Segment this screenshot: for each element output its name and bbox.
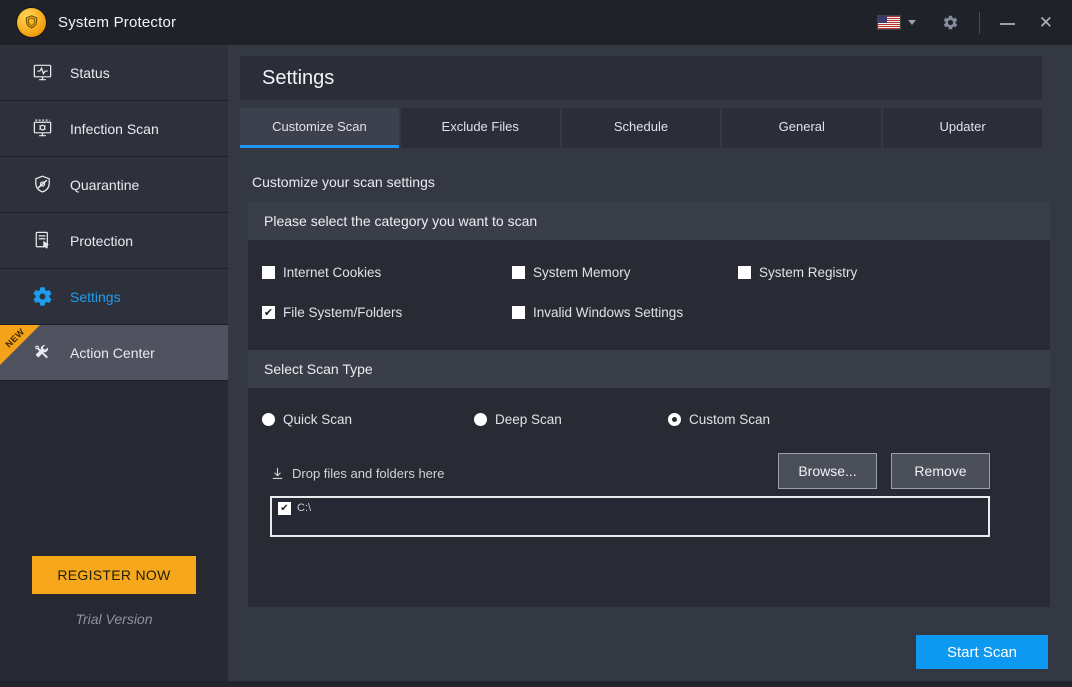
sidebar-item-quarantine[interactable]: Quarantine <box>0 157 228 213</box>
custom-scan-controls: Drop files and folders here Browse... Re… <box>270 453 990 489</box>
radio-label: Quick Scan <box>283 412 352 427</box>
document-cursor-icon <box>30 229 54 252</box>
window-bottom-edge <box>0 681 1072 687</box>
trial-version-label: Trial Version <box>0 611 228 627</box>
tools-icon <box>30 341 54 364</box>
sidebar-item-infection-scan[interactable]: Infection Scan <box>0 101 228 157</box>
checkbox-box <box>512 266 525 279</box>
minimize-button[interactable] <box>1000 16 1015 30</box>
checkbox-label: Invalid Windows Settings <box>533 305 683 320</box>
checkbox-box <box>738 266 751 279</box>
gear-icon <box>942 14 959 31</box>
sidebar-item-label: Protection <box>70 233 133 249</box>
scan-paths-listbox[interactable]: C:\ <box>270 496 990 537</box>
page-header: Settings <box>240 56 1042 100</box>
us-flag-icon <box>878 16 900 29</box>
tab-exclude-files[interactable]: Exclude Files <box>401 108 560 148</box>
tab-customize-scan[interactable]: Customize Scan <box>240 108 399 148</box>
footer: Start Scan <box>916 635 1048 669</box>
start-scan-button[interactable]: Start Scan <box>916 635 1048 669</box>
language-selector[interactable] <box>878 16 916 29</box>
scan-settings-subtitle: Customize your scan settings <box>252 174 1072 190</box>
shield-bug-icon <box>30 173 54 196</box>
sidebar-item-label: Action Center <box>70 345 155 361</box>
titlebar-settings-button[interactable] <box>942 14 959 31</box>
sidebar-item-status[interactable]: Status <box>0 45 228 101</box>
path-buttons: Browse... Remove <box>778 453 990 489</box>
checkbox-box <box>262 306 275 319</box>
sidebar-item-settings[interactable]: Settings <box>0 269 228 325</box>
app-logo-icon <box>17 8 46 37</box>
sidebar-item-label: Infection Scan <box>70 121 159 137</box>
checkbox-system-registry[interactable]: System Registry <box>738 265 1036 280</box>
tab-schedule[interactable]: Schedule <box>562 108 721 148</box>
gear-icon <box>30 285 54 308</box>
app-window: System Protector ✕ <box>0 0 1072 687</box>
radio-circle <box>474 413 487 426</box>
checkbox-invalid-windows-settings[interactable]: Invalid Windows Settings <box>512 305 738 320</box>
settings-tabs: Customize Scan Exclude Files Schedule Ge… <box>240 108 1042 148</box>
register-now-button[interactable]: REGISTER NOW <box>32 556 196 594</box>
monitor-bug-icon <box>30 117 54 140</box>
checkbox-box <box>262 266 275 279</box>
download-icon <box>270 466 285 481</box>
chevron-down-icon <box>908 20 916 25</box>
remove-button[interactable]: Remove <box>891 453 990 489</box>
monitor-pulse-icon <box>30 61 54 84</box>
path-item-c-drive[interactable]: C:\ <box>278 502 982 515</box>
radio-deep-scan[interactable]: Deep Scan <box>474 412 668 427</box>
sidebar-item-protection[interactable]: Protection <box>0 213 228 269</box>
radio-circle <box>262 413 275 426</box>
sidebar-item-label: Quarantine <box>70 177 139 193</box>
checkbox-file-system-folders[interactable]: File System/Folders <box>262 305 512 320</box>
category-section-header: Please select the category you want to s… <box>248 202 1050 240</box>
titlebar: System Protector ✕ <box>0 0 1072 45</box>
radio-circle <box>668 413 681 426</box>
category-options: Internet Cookies System Memory System Re… <box>248 240 1050 350</box>
checkbox-label: Internet Cookies <box>283 265 381 280</box>
titlebar-divider <box>979 12 980 34</box>
titlebar-controls: ✕ <box>878 12 1053 34</box>
checkbox-label: System Registry <box>759 265 857 280</box>
drop-files-label: Drop files and folders here <box>292 466 444 481</box>
browse-button[interactable]: Browse... <box>778 453 877 489</box>
path-label: C:\ <box>297 502 311 514</box>
close-button[interactable]: ✕ <box>1039 14 1053 31</box>
drop-files-zone[interactable]: Drop files and folders here <box>270 466 444 481</box>
radio-quick-scan[interactable]: Quick Scan <box>262 412 474 427</box>
scan-settings-panel: Please select the category you want to s… <box>248 202 1050 607</box>
checkbox-box <box>278 502 291 515</box>
checkbox-internet-cookies[interactable]: Internet Cookies <box>262 265 512 280</box>
radio-label: Deep Scan <box>495 412 562 427</box>
checkbox-label: File System/Folders <box>283 305 402 320</box>
main-content: Settings Customize Scan Exclude Files Sc… <box>228 45 1072 687</box>
radio-label: Custom Scan <box>689 412 770 427</box>
tab-updater[interactable]: Updater <box>883 108 1042 148</box>
scan-type-options: Quick Scan Deep Scan Custom Scan <box>248 388 1050 427</box>
scan-type-section-header: Select Scan Type <box>248 350 1050 388</box>
checkbox-box <box>512 306 525 319</box>
page-title: Settings <box>262 67 334 90</box>
tab-general[interactable]: General <box>722 108 881 148</box>
sidebar-item-label: Settings <box>70 289 121 305</box>
app-title: System Protector <box>58 14 176 31</box>
sidebar-item-label: Status <box>70 65 110 81</box>
sidebar-footer: REGISTER NOW Trial Version <box>0 556 228 627</box>
checkbox-system-memory[interactable]: System Memory <box>512 265 738 280</box>
sidebar-item-action-center[interactable]: NEW Action Center <box>0 325 228 381</box>
sidebar: Status Infection Scan <box>0 45 228 687</box>
checkbox-label: System Memory <box>533 265 631 280</box>
radio-custom-scan[interactable]: Custom Scan <box>668 412 1036 427</box>
